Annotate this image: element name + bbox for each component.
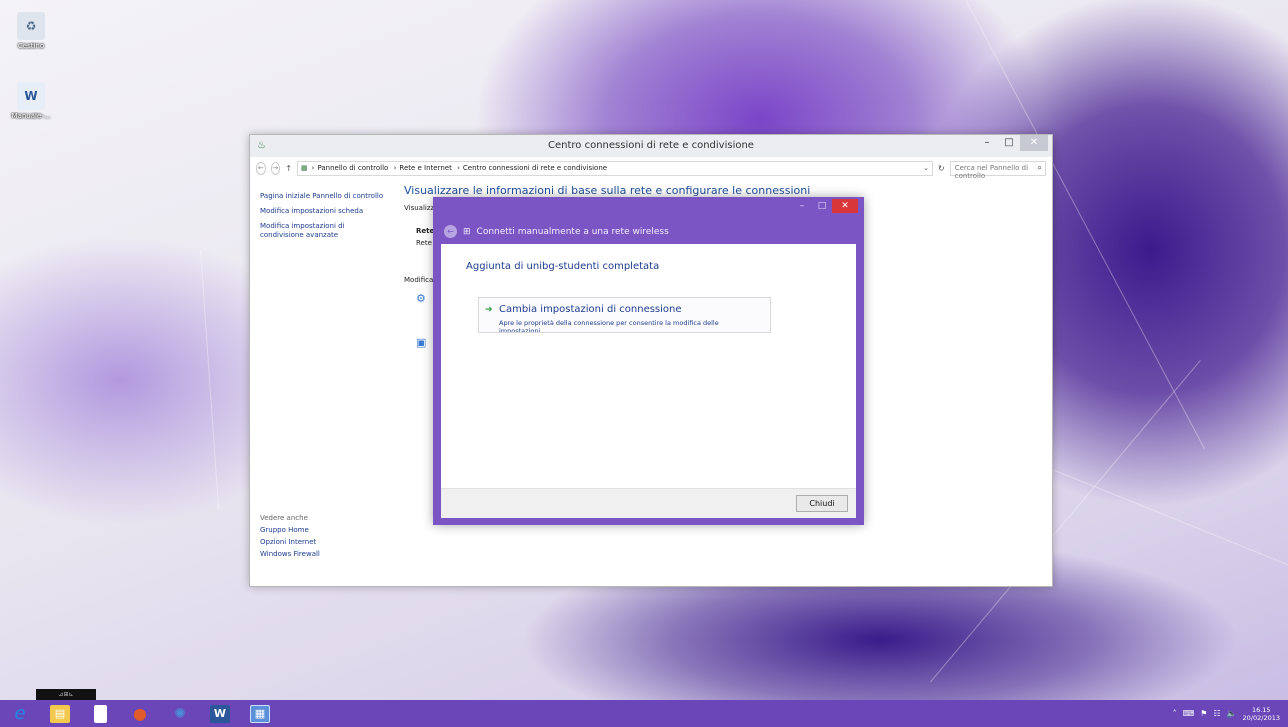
- sidebar-item-adapter-settings[interactable]: Modifica impostazioni scheda: [260, 207, 390, 216]
- file-explorer-icon: ▤: [50, 704, 70, 723]
- change-connection-settings-option[interactable]: ➔ Cambia impostazioni di connessione Apr…: [478, 297, 771, 333]
- close-button[interactable]: Chiudi: [796, 495, 848, 512]
- breadcrumb-control-panel[interactable]: Pannello di controllo: [317, 164, 388, 172]
- dialog-back-icon[interactable]: ←: [444, 225, 457, 238]
- desktop-icon-word-document[interactable]: W Manuale-...: [6, 82, 56, 120]
- title-bar[interactable]: ♨ Centro connessioni di rete e condivisi…: [250, 135, 1052, 157]
- dialog-close-button[interactable]: ✕: [832, 199, 858, 213]
- wireless-connect-dialog: – □ ✕ ← ⊞ Connetti manualmente a una ret…: [433, 197, 864, 525]
- keyboard-icon[interactable]: ⌨: [1183, 709, 1195, 718]
- taskbar-app-paint[interactable]: ●: [120, 700, 160, 727]
- dialog-maximize-button[interactable]: □: [812, 199, 832, 213]
- sidebar: Pagina iniziale Pannello di controllo Mo…: [260, 192, 390, 246]
- sidebar-item-home[interactable]: Pagina iniziale Pannello di controllo: [260, 192, 390, 201]
- sidebar-item-sharing-settings[interactable]: Modifica impostazioni di condivisione av…: [260, 222, 390, 240]
- dialog-body: Aggiunta di unibg-studenti completata ➔ …: [441, 244, 856, 518]
- desktop-icon-recycle-bin[interactable]: ♻ Cestino: [6, 12, 56, 50]
- word-icon: W: [210, 704, 230, 723]
- content-label-network: Rete: [416, 227, 435, 235]
- control-panel-icon: ▦: [250, 704, 270, 723]
- content-label-modify: Modifica: [404, 276, 434, 284]
- network-icon: ✺: [174, 705, 186, 722]
- refresh-icon[interactable]: ↻: [938, 164, 945, 173]
- address-row: ← → ↑ ▦ › Pannello di controllo › Rete e I…: [250, 157, 1052, 180]
- paint-icon: ●: [133, 704, 147, 723]
- option-description: Apre le proprietà della connessione per …: [499, 319, 719, 333]
- dialog-title: Connetti manualmente a una rete wireless: [476, 226, 669, 237]
- breadcrumb-network-internet[interactable]: Rete e Internet: [399, 164, 451, 172]
- window-title: Centro connessioni di rete e condivision…: [548, 140, 754, 151]
- dialog-minimize-button[interactable]: –: [792, 199, 812, 213]
- recycle-bin-icon: ♻: [17, 12, 45, 40]
- clock-date: 20/02/2013: [1242, 713, 1280, 722]
- dialog-footer: Chiudi: [441, 488, 856, 518]
- clock[interactable]: 16.15 20/02/2013: [1243, 706, 1280, 722]
- word-document-icon: W: [17, 82, 45, 110]
- chevron-down-icon[interactable]: ⌄: [923, 164, 929, 172]
- control-panel-icon: ▦: [301, 164, 308, 172]
- content-label-network-type: Rete: [416, 239, 432, 247]
- back-arrow-icon[interactable]: ←: [256, 161, 266, 175]
- taskbar-app-word[interactable]: W: [200, 700, 240, 727]
- page-title: Visualizzare le informazioni di base sul…: [404, 184, 811, 197]
- see-also: Vedere anche Gruppo Home Opzioni Interne…: [260, 514, 390, 562]
- document-icon: [93, 704, 107, 723]
- taskbar-app-explorer[interactable]: ▤: [40, 700, 80, 727]
- speaker-icon[interactable]: 🔈: [1227, 709, 1237, 718]
- address-bar[interactable]: ▦ › Pannello di controllo › Rete e Interne…: [297, 160, 934, 176]
- minimize-button[interactable]: –: [976, 135, 998, 151]
- taskbar-app-document[interactable]: [80, 700, 120, 727]
- troubleshoot-icon[interactable]: ▣: [416, 336, 426, 349]
- close-window-button[interactable]: ✕: [1020, 135, 1048, 151]
- link-windows-firewall[interactable]: Windows Firewall: [260, 550, 390, 558]
- network-setup-icon[interactable]: ⚙: [416, 292, 426, 305]
- see-also-header: Vedere anche: [260, 514, 308, 522]
- flag-icon[interactable]: ⚑: [1200, 709, 1207, 718]
- taskbar-app-control-panel[interactable]: ▦: [240, 700, 280, 727]
- taskbar-app-ie[interactable]: e: [0, 700, 40, 727]
- dialog-heading: Aggiunta di unibg-studenti completata: [466, 261, 660, 272]
- internet-explorer-icon: e: [14, 703, 26, 724]
- maximize-button[interactable]: □: [998, 135, 1020, 151]
- taskbar: e ▤ ● ✺ W ▦ ˄ ⌨ ⚑ ☷ 🔈 16.15 20/02/2013: [0, 700, 1288, 727]
- search-icon: ⌕: [1037, 162, 1042, 172]
- link-internet-options[interactable]: Opzioni Internet: [260, 538, 390, 546]
- green-arrow-icon: ➔: [485, 305, 493, 315]
- up-arrow-icon[interactable]: ↑: [285, 164, 292, 173]
- search-input[interactable]: Cerca nel Pannello di controllo ⌕: [949, 160, 1046, 180]
- forward-arrow-icon[interactable]: →: [270, 161, 281, 175]
- clock-time: 16.15: [1251, 705, 1271, 714]
- option-title: Cambia impostazioni di connessione: [499, 304, 682, 315]
- tray-chevron-up-icon[interactable]: ˄: [1173, 709, 1177, 718]
- taskbar-app-network[interactable]: ✺: [160, 700, 200, 727]
- wireless-network-icon: ⊞: [463, 226, 471, 237]
- breadcrumb-network-center[interactable]: Centro connessioni di rete e condivision…: [463, 164, 607, 172]
- link-homegroup[interactable]: Gruppo Home: [260, 526, 390, 534]
- system-tray: ˄ ⌨ ⚑ ☷ 🔈 16.15 20/02/2013: [1173, 700, 1280, 727]
- content-label-view: Visualizz: [404, 204, 435, 212]
- network-tray-icon[interactable]: ☷: [1213, 709, 1220, 718]
